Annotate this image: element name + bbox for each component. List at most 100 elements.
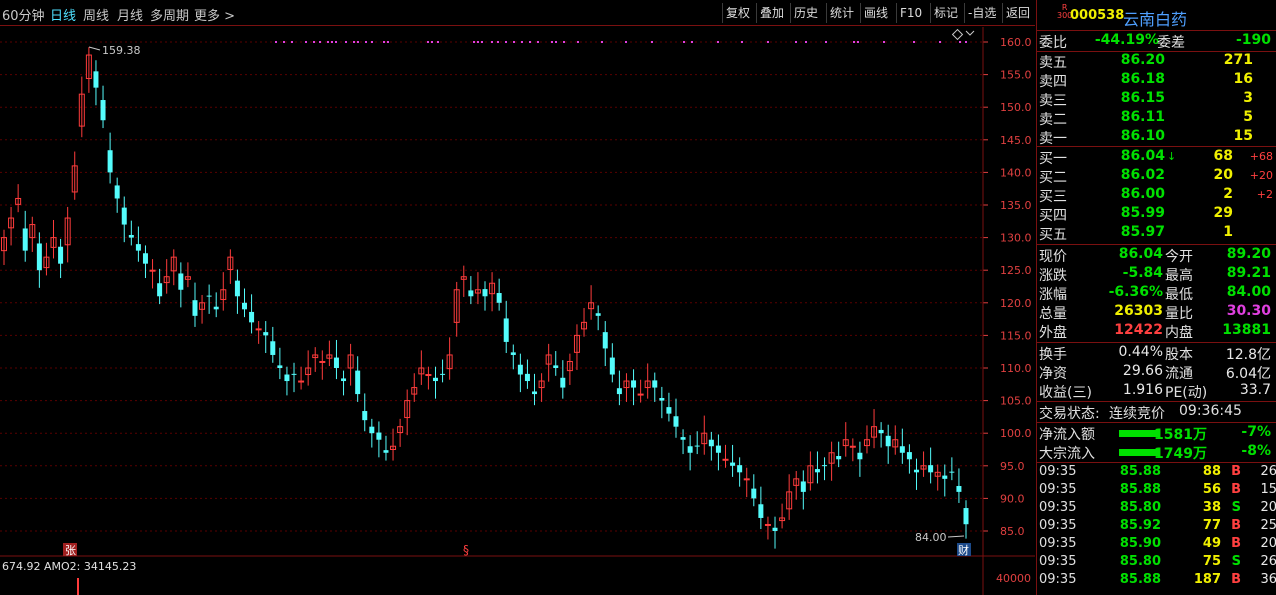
bid-row[interactable]: 买五 85.97 1 (1037, 224, 1276, 243)
period-more-button[interactable]: 更多 > (194, 5, 235, 24)
expand-icon[interactable] (965, 30, 975, 36)
candle-body (249, 311, 255, 323)
signal-dot (883, 41, 885, 43)
candle-body (560, 377, 566, 388)
period-multi-button[interactable]: 多周期 (150, 5, 189, 24)
tick-row[interactable]: 09:35 85.88 88 B 26 (1037, 464, 1276, 483)
indicator-axis-tick: 40000 (996, 572, 1031, 585)
candle-body (192, 300, 198, 316)
back-button[interactable]: 返回 (1002, 3, 1033, 23)
quote-row: 总量 26303 量比 30.30 (1037, 303, 1276, 322)
remove-watchlist-button[interactable]: -自选 (964, 3, 999, 23)
price-tick-label: 125.0 (1000, 264, 1032, 277)
ask-row[interactable]: 卖四 86.18 16 (1037, 71, 1276, 90)
mark-button[interactable]: 标记 (930, 3, 961, 23)
ask-row[interactable]: 卖二 86.11 5 (1037, 109, 1276, 128)
history-button[interactable]: 历史 (790, 3, 821, 23)
bid-price: 86.00 (1120, 186, 1165, 202)
tick-side: B (1231, 572, 1241, 587)
signal-dot (505, 41, 507, 43)
bid-row[interactable]: 买二 86.02 20 +20 (1037, 167, 1276, 186)
bid-volume: 1 (1223, 224, 1233, 240)
bid-row[interactable]: 买三 86.00 2 +2 (1037, 186, 1276, 205)
bid-row[interactable]: 买四 85.99 29 (1037, 205, 1276, 224)
candle-body (270, 341, 276, 355)
candle-body (715, 445, 721, 453)
candle-body (609, 357, 615, 375)
overlay-button[interactable]: 叠加 (756, 3, 787, 23)
quote-label: 量比 (1165, 306, 1193, 322)
tick-count: 26 (1260, 554, 1276, 569)
candle-body (121, 207, 127, 225)
signal-dot (601, 41, 603, 43)
signal-dot (691, 41, 693, 43)
tick-row[interactable]: 09:35 85.88 56 B 15 (1037, 482, 1276, 501)
signal-dot (795, 41, 797, 43)
quote-value: -5.84 (1122, 265, 1163, 281)
flow-pct: -7% (1241, 424, 1271, 440)
signal-dot (805, 41, 807, 43)
bid-change: +20 (1249, 169, 1273, 182)
candle-body (333, 357, 339, 368)
flow-pct: -8% (1241, 443, 1271, 459)
fund-value: 0.44% (1118, 344, 1163, 360)
tick-row[interactable]: 09:35 85.88 187 B 36 (1037, 572, 1276, 591)
candle-body (553, 365, 559, 368)
fund-label: 收益(三) (1039, 385, 1092, 401)
stock-name[interactable]: 云南白药 (1123, 6, 1187, 30)
tick-row[interactable]: 09:35 85.80 38 S 20 (1037, 500, 1276, 519)
signal-dot (353, 41, 355, 43)
quote-value: 30.30 (1226, 303, 1271, 319)
candle-body (355, 370, 361, 395)
period-weekly-button[interactable]: 周线 (83, 5, 109, 24)
signal-dot (497, 41, 499, 43)
ask-row[interactable]: 卖五 86.20 271 (1037, 52, 1276, 71)
signal-dot (683, 41, 685, 43)
chart-toolbar: 60分钟 日线 周线 月线 多周期 更多 > 复权 叠加 历史 统计 画线 F1… (0, 0, 1035, 26)
signal-dot (717, 41, 719, 43)
quote-value: -6.36% (1108, 284, 1163, 300)
candle-body (496, 293, 502, 303)
quote-label: 最高 (1165, 268, 1193, 284)
tick-side: B (1231, 536, 1241, 551)
ask-row[interactable]: 卖一 86.10 15 (1037, 128, 1276, 147)
period-60min-button[interactable]: 60分钟 (2, 5, 45, 24)
tick-row[interactable]: 09:35 85.92 77 B 25 (1037, 518, 1276, 537)
price-tick-label: 95.0 (1000, 460, 1025, 473)
signal-dot (327, 41, 329, 43)
marker-section[interactable]: § (463, 543, 469, 557)
ask-label: 卖二 (1039, 112, 1067, 128)
kline-chart[interactable]: 160.0 155.0 150.0 145.0 140.0 135.0 130.0 125.0… (0, 27, 1035, 595)
indicator-label: 674.92 AMO2: 34145.23 (2, 560, 137, 573)
candle-body (666, 407, 672, 414)
signal-dot (741, 41, 743, 43)
fund-label: 股本 (1165, 347, 1193, 363)
ask-label: 卖五 (1039, 55, 1067, 71)
quote-panel: R 300 000538 云南白药 委比 -44.19% 委差 -190 卖五 86… (1036, 0, 1276, 595)
marker-zhang[interactable]: 张 (63, 543, 77, 557)
period-monthly-button[interactable]: 月线 (117, 5, 143, 24)
ask-row[interactable]: 卖三 86.15 3 (1037, 90, 1276, 109)
tick-row[interactable]: 09:35 85.90 49 B 20 (1037, 536, 1276, 555)
period-daily-button[interactable]: 日线 (50, 5, 76, 24)
bid-row[interactable]: 买一 86.04 ↓ 68 +68 (1037, 148, 1276, 167)
candle-body (949, 471, 955, 473)
tick-price: 85.80 (1119, 500, 1161, 515)
flow-label: 净流入额 (1039, 427, 1095, 443)
candle-body (213, 306, 219, 310)
stats-button[interactable]: 统计 (826, 3, 857, 23)
signal-dot (959, 41, 961, 43)
tick-count: 25 (1260, 518, 1276, 533)
tick-time: 09:35 (1039, 464, 1077, 479)
f10-button[interactable]: F10 (896, 3, 925, 23)
marker-cai[interactable]: 财 (957, 543, 971, 557)
diamond-icon[interactable] (951, 28, 964, 41)
candle-body (341, 378, 347, 382)
candle-body (135, 244, 141, 251)
signal-dot (857, 41, 859, 43)
signal-dot (345, 41, 347, 43)
tick-side: S (1231, 554, 1241, 569)
adjust-button[interactable]: 复权 (722, 3, 753, 23)
tick-row[interactable]: 09:35 85.80 75 S 26 (1037, 554, 1276, 573)
draw-line-button[interactable]: 画线 (860, 3, 891, 23)
